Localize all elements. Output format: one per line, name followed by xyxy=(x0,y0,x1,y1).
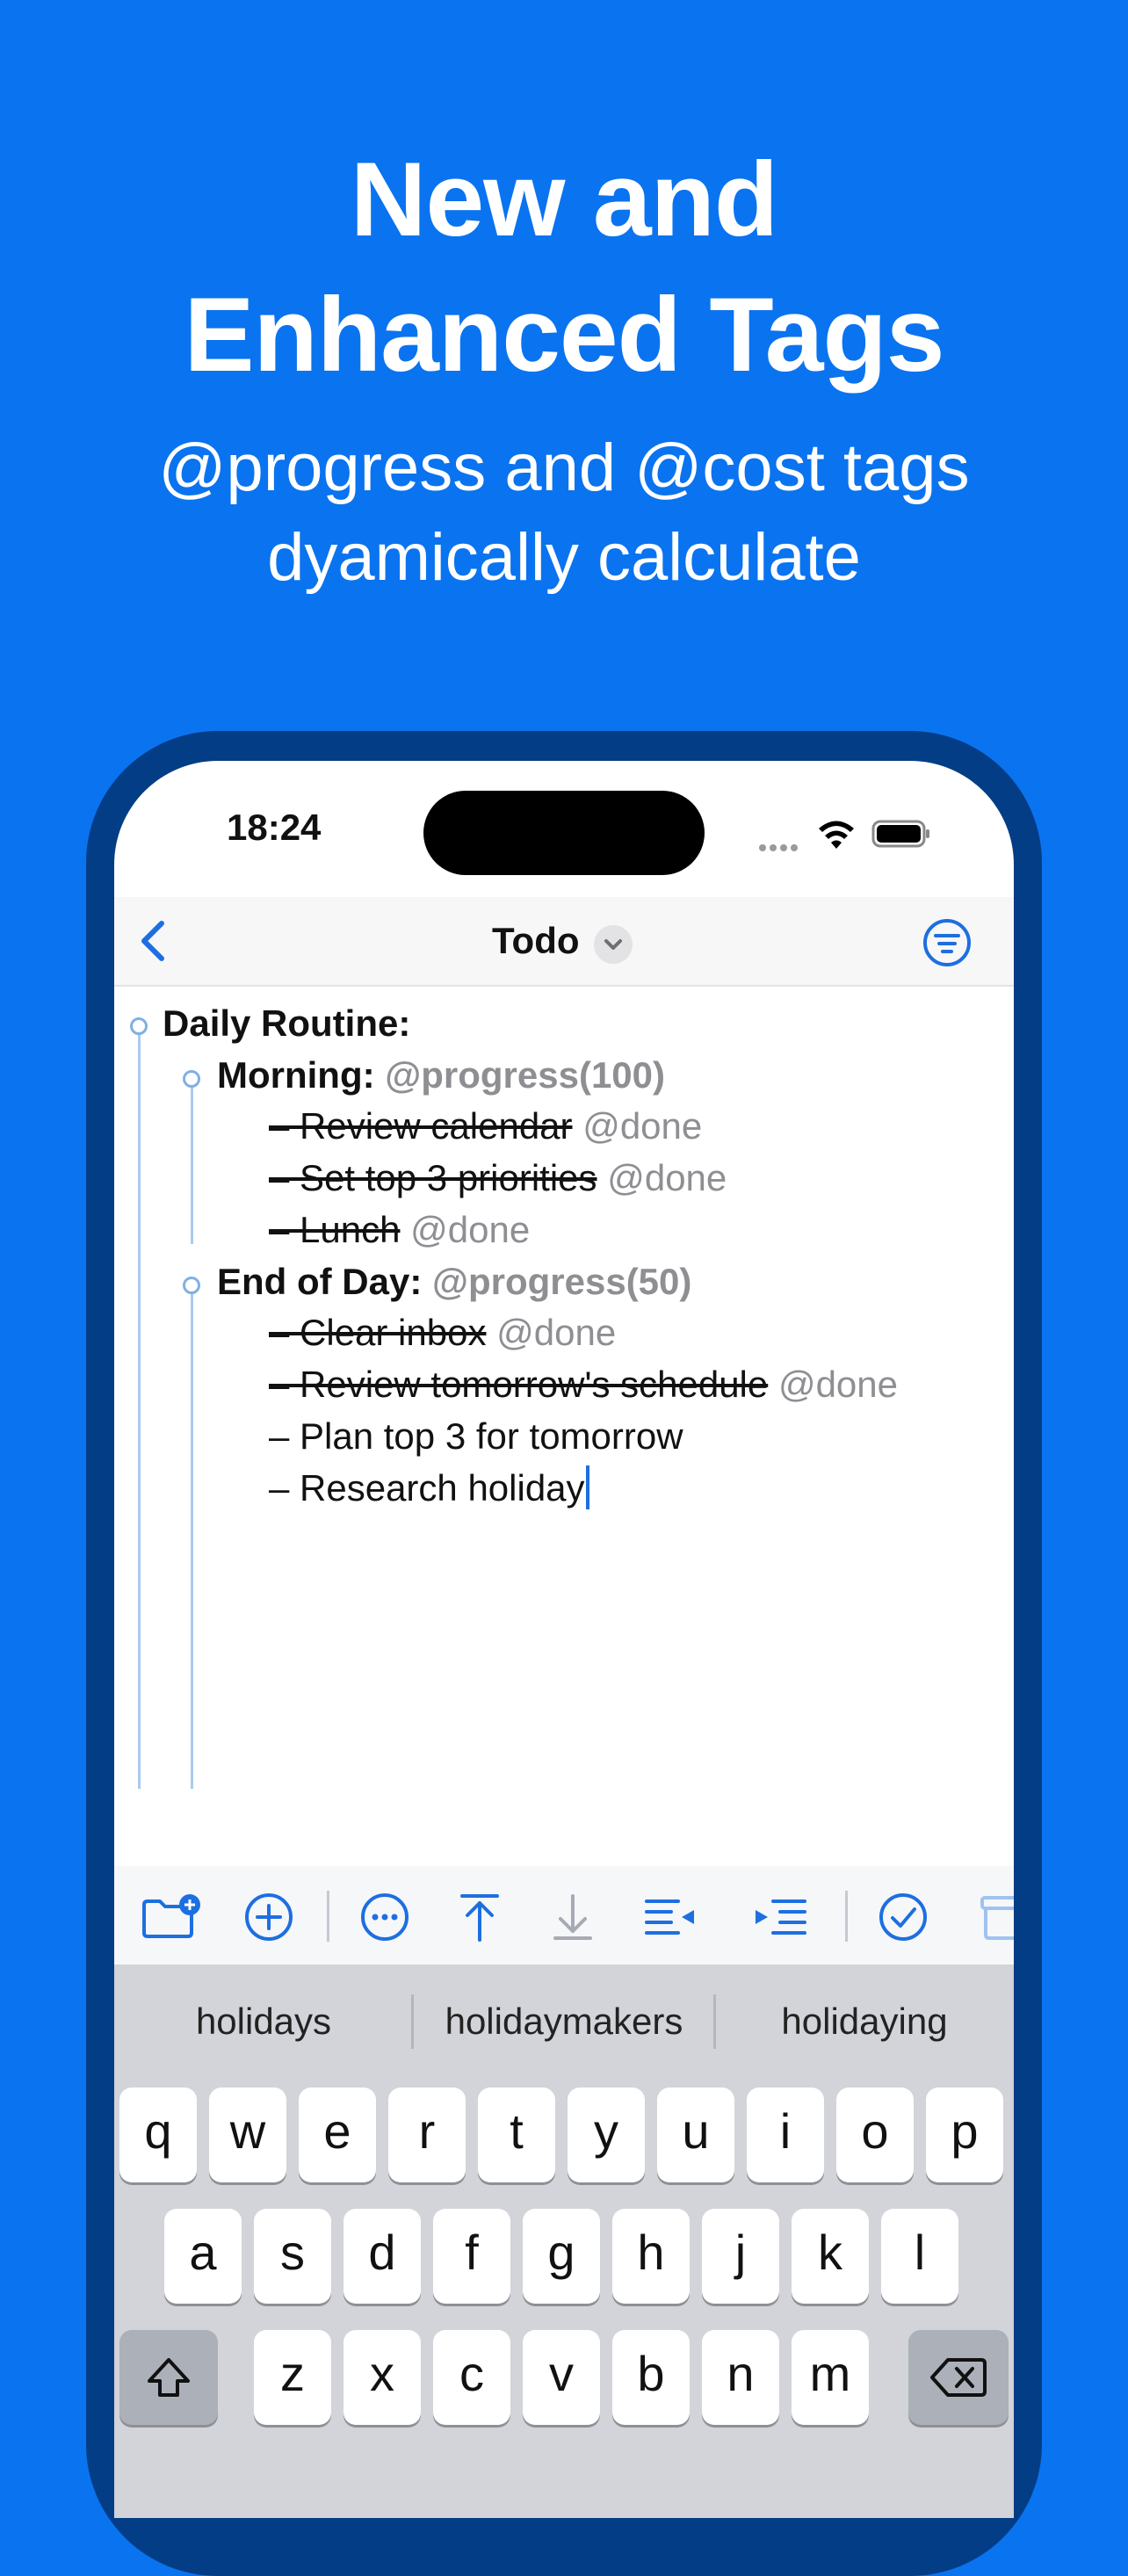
done-tag: @done xyxy=(607,1157,727,1198)
editing-toolbar xyxy=(114,1866,1014,1965)
toolbar-separator xyxy=(327,1891,329,1942)
list-item[interactable]: – Research holiday xyxy=(269,1463,589,1514)
filter-icon[interactable] xyxy=(922,918,972,967)
key-v[interactable]: v xyxy=(523,2330,600,2425)
dynamic-island xyxy=(423,791,705,875)
toolbar-separator xyxy=(845,1891,848,1942)
done-tag: @done xyxy=(496,1312,617,1353)
key-r[interactable]: r xyxy=(388,2088,466,2182)
key-n[interactable]: n xyxy=(702,2330,779,2425)
subline-line-2: dyamically calculate xyxy=(267,520,861,595)
list-item-text: – Research holiday xyxy=(269,1467,585,1509)
suggestion-1[interactable]: holidays xyxy=(114,1965,413,2079)
key-g[interactable]: g xyxy=(523,2209,600,2304)
key-b[interactable]: b xyxy=(612,2330,690,2425)
done-tag: @done xyxy=(410,1209,531,1250)
key-s[interactable]: s xyxy=(254,2209,331,2304)
list-item-text: – Lunch xyxy=(269,1209,401,1250)
wifi-icon xyxy=(819,821,854,849)
list-item-text: – Set top 3 priorities xyxy=(269,1157,597,1198)
key-y[interactable]: y xyxy=(568,2088,645,2182)
list-item[interactable]: – Plan top 3 for tomorrow xyxy=(269,1411,683,1462)
key-x[interactable]: x xyxy=(343,2330,421,2425)
key-l[interactable]: l xyxy=(881,2209,958,2304)
evening-progress-tag: @progress(50) xyxy=(432,1261,692,1302)
list-item[interactable]: – Review tomorrow's schedule @done xyxy=(269,1359,898,1410)
move-down-icon[interactable] xyxy=(548,1892,597,1942)
key-k[interactable]: k xyxy=(792,2209,869,2304)
key-p[interactable]: p xyxy=(926,2088,1003,2182)
list-item-text: – Plan top 3 for tomorrow xyxy=(269,1415,683,1457)
suggestion-2[interactable]: holidaymakers xyxy=(413,1965,715,2079)
outline-root[interactable]: Daily Routine: xyxy=(163,998,410,1049)
outline-guide-evening xyxy=(191,1284,193,1789)
key-h[interactable]: h xyxy=(612,2209,690,2304)
outline-guide-root xyxy=(138,1024,141,1789)
headline-line-1: New and xyxy=(350,141,778,258)
battery-icon xyxy=(871,820,929,848)
list-item-text: – Clear inbox xyxy=(269,1312,487,1353)
key-i[interactable]: i xyxy=(747,2088,824,2182)
text-cursor xyxy=(585,1465,589,1509)
key-w[interactable]: w xyxy=(209,2088,286,2182)
outline-bullet[interactable] xyxy=(183,1277,200,1294)
chevron-down-icon[interactable] xyxy=(594,925,633,964)
shift-icon xyxy=(148,2358,190,2397)
key-d[interactable]: d xyxy=(343,2209,421,2304)
list-item-text: – Review tomorrow's schedule xyxy=(269,1364,769,1405)
key-m[interactable]: m xyxy=(792,2330,869,2425)
key-z[interactable]: z xyxy=(254,2330,331,2425)
list-item[interactable]: – Set top 3 priorities @done xyxy=(269,1153,727,1204)
list-item[interactable]: – Lunch @done xyxy=(269,1205,530,1255)
key-c[interactable]: c xyxy=(433,2330,510,2425)
more-icon[interactable] xyxy=(360,1892,409,1942)
promo-headline: New and Enhanced Tags xyxy=(0,132,1128,402)
done-tag: @done xyxy=(777,1364,899,1405)
archive-icon[interactable] xyxy=(979,1892,1014,1942)
delete-icon xyxy=(930,2358,987,2397)
morning-progress-tag: @progress(100) xyxy=(385,1054,666,1096)
headline-line-2: Enhanced Tags xyxy=(184,276,945,394)
key-a[interactable]: a xyxy=(164,2209,242,2304)
outline-bullet[interactable] xyxy=(130,1017,148,1035)
status-time: 18:24 xyxy=(227,807,322,848)
outline-guide-morning xyxy=(191,1077,193,1244)
nav-title-text: Todo xyxy=(492,920,580,961)
indent-icon[interactable] xyxy=(752,1892,808,1942)
morning-label: Morning: xyxy=(217,1054,375,1096)
shift-key[interactable] xyxy=(119,2330,218,2425)
delete-key[interactable] xyxy=(908,2330,1009,2425)
key-j[interactable]: j xyxy=(702,2209,779,2304)
suggestion-3[interactable]: holidaying xyxy=(715,1965,1014,2079)
list-item-text: – Review calendar xyxy=(269,1105,573,1147)
promo-subline: @progress and @cost tags dyamically calc… xyxy=(0,423,1128,603)
complete-icon[interactable] xyxy=(879,1892,928,1942)
chevron-left-icon[interactable] xyxy=(134,918,176,964)
list-item[interactable]: – Review calendar @done xyxy=(269,1101,702,1152)
key-q[interactable]: q xyxy=(119,2088,197,2182)
outline-evening[interactable]: End of Day: @progress(50) xyxy=(217,1256,691,1307)
new-folder-icon[interactable] xyxy=(141,1892,202,1942)
outline-bullet[interactable] xyxy=(183,1070,200,1088)
key-u[interactable]: u xyxy=(657,2088,734,2182)
cellular-dots-icon xyxy=(759,840,801,856)
subline-line-1: @progress and @cost tags xyxy=(158,431,970,505)
outdent-icon[interactable] xyxy=(643,1892,699,1942)
nav-bar: Todo xyxy=(114,897,1014,987)
evening-label: End of Day: xyxy=(217,1261,423,1302)
key-f[interactable]: f xyxy=(433,2209,510,2304)
add-item-icon[interactable] xyxy=(244,1892,293,1942)
key-e[interactable]: e xyxy=(299,2088,376,2182)
done-tag: @done xyxy=(582,1105,703,1147)
keyboard: holidays holidaymakers holidaying q w e … xyxy=(114,1965,1014,2518)
outline-editor[interactable]: Daily Routine: Morning: @progress(100) –… xyxy=(114,986,1014,1864)
key-o[interactable]: o xyxy=(836,2088,914,2182)
move-to-top-icon[interactable] xyxy=(455,1892,504,1942)
outline-morning[interactable]: Morning: @progress(100) xyxy=(217,1050,665,1101)
nav-title[interactable]: Todo xyxy=(492,916,580,966)
list-item[interactable]: – Clear inbox @done xyxy=(269,1307,616,1358)
key-t[interactable]: t xyxy=(478,2088,555,2182)
phone-screen: 18:24 Todo Daily Routine: Morning: @prog… xyxy=(114,761,1014,2518)
